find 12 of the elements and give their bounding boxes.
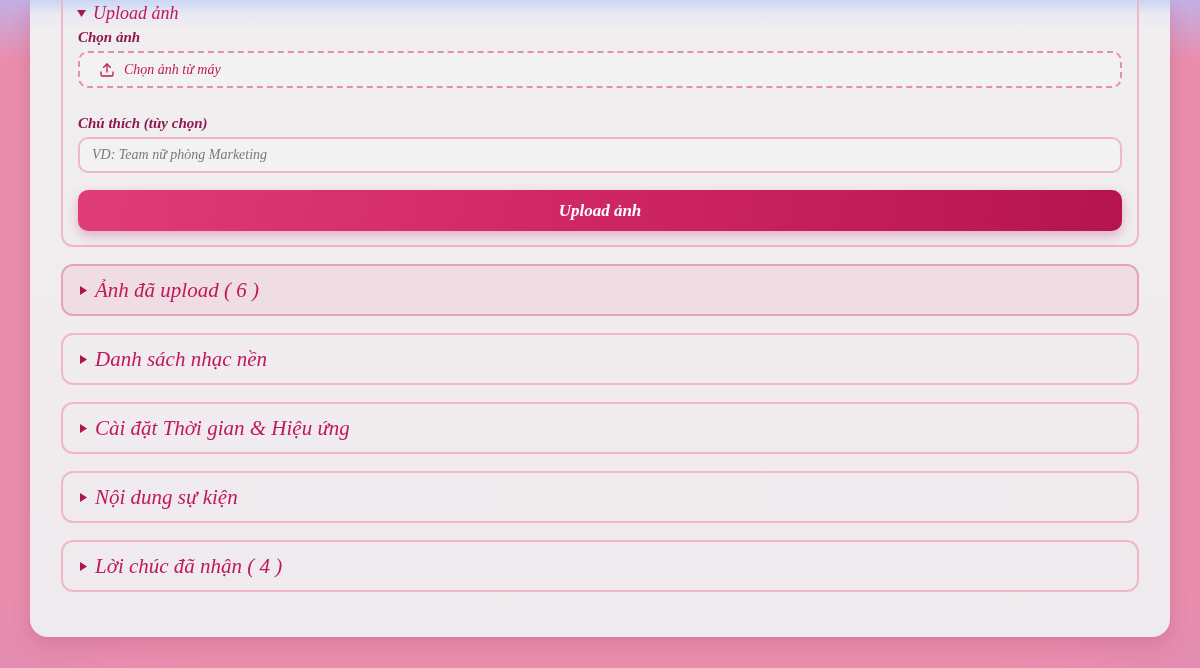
caption-input[interactable]: VD: Team nữ phòng Marketing (78, 137, 1122, 173)
accordion-header[interactable]: Upload ảnh (78, 0, 1122, 24)
upload-icon (99, 61, 115, 78)
accordion-header[interactable]: Danh sách nhạc nền (61, 333, 1139, 385)
upload-button[interactable]: Upload ảnh (78, 190, 1122, 231)
accordion-header[interactable]: Cài đặt Thời gian & Hiệu ứng (61, 402, 1139, 454)
accordion-header[interactable]: Lời chúc đã nhận ( 4 ) (61, 540, 1139, 592)
accordion-header[interactable]: Ảnh đã upload ( 6 ) (61, 264, 1139, 316)
field-label: Chọn ảnh (78, 28, 142, 46)
field-label: Chú thích (tùy chọn) (78, 114, 209, 132)
accordion-header[interactable]: Nội dung sự kiện (61, 471, 1139, 523)
file-picker-button[interactable]: Chọn ảnh từ máy (78, 51, 1122, 88)
